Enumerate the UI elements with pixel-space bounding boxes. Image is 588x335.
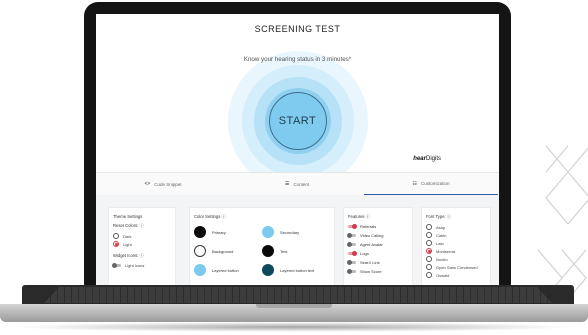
toggle-off-icon [347,241,356,247]
option-label: Asap [436,224,446,230]
brand-logo-bold: hear [413,156,426,162]
color-text[interactable]: Text [262,243,334,259]
subtitle: Know your hearing status in 3 minutes* [243,56,352,63]
feature-label: SearX Link [360,260,380,265]
feature-label: Logo [360,251,369,256]
swatch-label: Text [280,248,288,254]
light-icons-toggle[interactable]: Light Icons [112,262,171,268]
swatch-label: Layered button text [280,267,315,273]
font-option-oswald[interactable]: Oswald [426,272,486,278]
option-label: Oswald [436,272,450,278]
swatch-label: Primary [212,229,226,235]
start-button[interactable]: START [268,92,327,150]
radio-icon [113,233,119,239]
tab-label: Customization [420,181,450,186]
page-title: SCREENING TEST [254,24,341,34]
tab-code-snippet[interactable]: <> Code Snippet [96,173,230,195]
toggle-on-icon [348,223,357,229]
radio-selected-icon [426,248,432,254]
color-layered-button[interactable]: Layered button [194,262,262,278]
features-card: Features ⓘ Referrals Video Calling Agent… [343,207,413,286]
option-label: Montserrat [436,248,456,254]
swatch [194,264,206,276]
tab-label: Content [293,181,310,187]
feature-label: Referrals [360,224,377,229]
option-label: Cabin [436,232,447,238]
feature-agent-avatar[interactable]: Agent Avatar [347,241,408,247]
tab-label: Code Snippet [154,181,182,187]
font-option-lato[interactable]: Lato [426,240,486,246]
tab-bar: <> Code Snippet ☰ Content ☷ Customizatio… [96,172,499,196]
toggle-off-icon [347,232,356,238]
option-label: Lato [436,240,444,246]
feature-label: Video Calling [360,233,384,238]
laptop-keyboard-deck [44,287,552,303]
toggle-off-icon [347,268,356,274]
font-option-asap[interactable]: Asap [426,224,486,230]
widget-icons-label: Widget Icons: ⓘ [113,253,144,258]
theme-option-dark[interactable]: Dark [113,233,171,239]
font-type-card: Font Type: ⓘ Asap Cabin Lato Montserrat … [421,207,491,286]
radio-icon [426,272,432,278]
option-label: Light [123,241,132,247]
option-label: Dark [123,233,132,239]
swatch-label: Layered button [212,267,239,273]
swatch [262,245,274,257]
laptop-shadow [10,322,578,332]
color-grid: Primary Secondary Background Text Layere… [194,224,330,278]
swatch-label: Background [212,248,234,254]
content-icon: ☰ [284,181,290,187]
color-settings-card: Color Settings ⓘ Primary Secondary Backg… [189,207,335,286]
color-background[interactable]: Background [194,243,262,259]
radio-icon [426,232,432,238]
radio-icon [426,256,432,262]
toggle-label: Light Icons [125,263,145,268]
color-primary[interactable]: Primary [194,224,262,240]
font-option-cabin[interactable]: Cabin [426,232,486,238]
radio-icon [426,224,432,230]
swatch [194,226,206,238]
swatch [262,226,274,238]
card-title: Font Type: ⓘ [426,214,452,219]
swatch [262,264,274,276]
reset-colors-label: Reset Colors: ⓘ [113,223,144,228]
option-label: Open Sans Condensed [436,264,478,270]
feature-video-calling[interactable]: Video Calling [347,232,408,238]
card-title: Theme Settings [113,214,143,219]
toggle-off-icon [347,259,356,265]
screening-widget: SCREENING TEST Know your hearing status … [96,14,499,172]
color-layered-button-text[interactable]: Layered button text [262,262,334,278]
tab-customization[interactable]: ☷ Customization [364,173,498,195]
option-label: Nunito [436,256,448,262]
tab-content[interactable]: ☰ Content [230,173,364,195]
feature-label: Show Score [360,269,382,274]
theme-option-light[interactable]: Light [113,241,171,247]
customization-panel: Theme Settings Reset Colors: ⓘ Dark Ligh… [96,195,499,286]
card-title: Features ⓘ [348,214,370,219]
feature-logo[interactable]: Logo [348,250,408,256]
feature-referrals[interactable]: Referrals [348,223,408,229]
code-icon: <> [144,181,151,187]
feature-searx-link[interactable]: SearX Link [347,259,408,265]
toggle-on-icon [348,250,357,256]
feature-show-score[interactable]: Show Score [347,268,408,274]
swatch [194,245,206,257]
brand-logo-rest: Digits [425,156,441,162]
radio-selected-icon [113,241,119,247]
radio-icon [426,240,432,246]
card-title: Color Settings ⓘ [194,214,226,219]
toggle-icon [112,262,121,268]
feature-label: Agent Avatar [360,242,383,247]
brand-logo: hearDigits [413,156,441,162]
laptop-notch [256,304,332,308]
font-option-nunito[interactable]: Nunito [426,256,486,262]
font-option-montserrat[interactable]: Montserrat [426,248,486,254]
color-secondary[interactable]: Secondary [262,224,334,240]
theme-settings-card: Theme Settings Reset Colors: ⓘ Dark Ligh… [108,207,176,286]
font-option-open-sans-condensed[interactable]: Open Sans Condensed [426,264,486,270]
laptop-screen: SCREENING TEST Know your hearing status … [96,14,499,286]
sliders-icon: ☷ [412,180,417,187]
swatch-label: Secondary [280,229,300,235]
radio-icon [426,264,432,270]
